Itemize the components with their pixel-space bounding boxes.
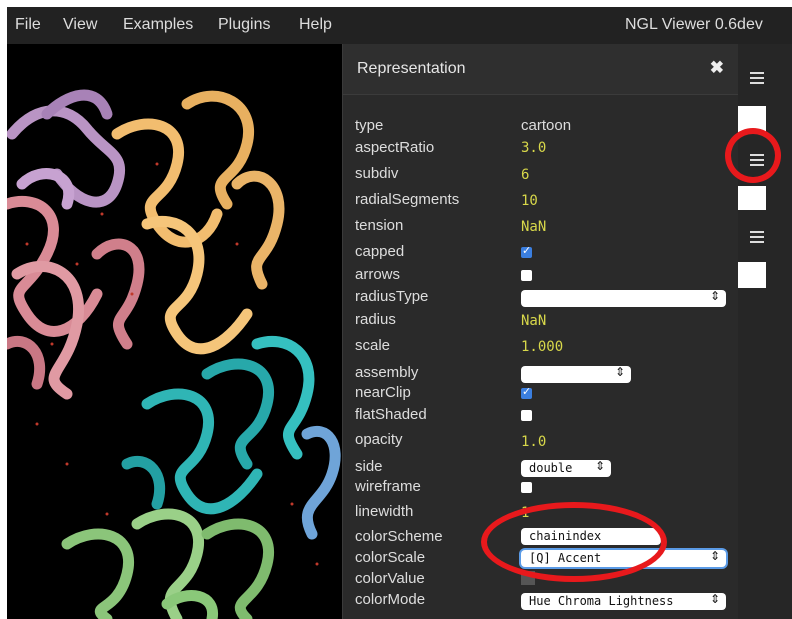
select-arrows-icon: ⇕: [709, 549, 720, 563]
prop-label-scale: scale: [355, 337, 391, 354]
prop-label-linewidth: linewidth: [355, 503, 414, 520]
prop-label-subdiv: subdiv: [355, 165, 399, 182]
tension-input[interactable]: NaN: [521, 219, 546, 235]
prop-label-colorscheme: colorScheme: [355, 528, 443, 545]
component-color-swatch[interactable]: [738, 262, 766, 288]
prop-label-colorvalue: colorValue: [355, 570, 425, 587]
close-icon[interactable]: ✖: [710, 58, 724, 78]
opacity-input[interactable]: 1.0: [521, 434, 546, 450]
component-sidebar: [738, 44, 792, 619]
prop-value-type: cartoon: [521, 117, 572, 134]
colorvalue-swatch[interactable]: [521, 571, 535, 585]
menu-icon[interactable]: [750, 72, 764, 87]
colorscale-select-value: [Q] Accent: [529, 551, 602, 565]
assembly-select[interactable]: ⇕: [521, 365, 631, 383]
prop-label-capped: capped: [355, 243, 405, 260]
prop-label-radialsegments: radialSegments: [355, 191, 460, 208]
select-arrows-icon: ⇕: [614, 365, 625, 379]
colormode-select-value: Hue Chroma Lightness: [529, 594, 674, 608]
molecule-viewport[interactable]: [7, 44, 342, 619]
side-select[interactable]: double ⇕: [521, 459, 611, 477]
colorscheme-field[interactable]: chainindex: [521, 528, 661, 545]
prop-label-tension: tension: [355, 217, 404, 234]
prop-label-wireframe: wireframe: [355, 478, 421, 495]
colorscale-select[interactable]: [Q] Accent ⇕: [521, 549, 726, 567]
menu-file[interactable]: File: [15, 16, 41, 34]
nearclip-checkbox[interactable]: [521, 385, 532, 399]
colorscheme-value: chainindex: [529, 529, 602, 543]
capped-checkbox[interactable]: [521, 244, 532, 258]
prop-label-nearclip: nearClip: [355, 384, 411, 401]
prop-label-assembly: assembly: [355, 364, 419, 381]
menu-icon[interactable]: [750, 231, 764, 246]
menu-help[interactable]: Help: [299, 16, 332, 34]
menu-bar: File View Examples Plugins Help NGL View…: [7, 7, 792, 44]
panel-title: Representation: [357, 60, 466, 77]
prop-label-arrows: arrows: [355, 266, 401, 283]
prop-label-flatshaded: flatShaded: [355, 406, 427, 423]
prop-label-radiustype: radiusType: [355, 288, 429, 305]
component-color-swatch[interactable]: [738, 186, 766, 210]
prop-label-aspectratio: aspectRatio: [355, 139, 435, 156]
flatshaded-checkbox[interactable]: [521, 410, 532, 421]
prop-label-opacity: opacity: [355, 431, 403, 448]
select-arrows-icon: ⇕: [709, 289, 720, 303]
prop-label-side: side: [355, 458, 383, 475]
scale-input[interactable]: 1.000: [521, 339, 563, 355]
aspectratio-input[interactable]: 3.0: [521, 140, 546, 156]
prop-label-colorscale: colorScale: [355, 549, 426, 566]
representation-panel: Representation ✖ type cartoon aspectRati…: [342, 44, 738, 619]
menu-icon[interactable]: [750, 154, 764, 169]
panel-header: Representation ✖: [343, 44, 738, 95]
radiustype-select[interactable]: ⇕: [521, 289, 726, 307]
menu-view[interactable]: View: [63, 16, 97, 34]
radialsegments-input[interactable]: 10: [521, 193, 538, 209]
prop-label-radius: radius: [355, 311, 396, 328]
menu-plugins[interactable]: Plugins: [218, 16, 270, 34]
select-arrows-icon: ⇕: [594, 459, 605, 473]
radius-input[interactable]: NaN: [521, 313, 546, 329]
prop-label-type: type: [355, 117, 384, 134]
component-color-swatch[interactable]: [738, 106, 766, 133]
select-arrows-icon: ⇕: [709, 592, 720, 606]
colormode-select[interactable]: Hue Chroma Lightness ⇕: [521, 592, 726, 610]
menu-examples[interactable]: Examples: [123, 16, 193, 34]
wireframe-checkbox[interactable]: [521, 482, 532, 493]
linewidth-input[interactable]: 1: [521, 505, 529, 521]
app-title: NGL Viewer 0.6dev: [625, 16, 763, 33]
ngl-app: File View Examples Plugins Help NGL View…: [7, 7, 792, 619]
protein-cartoon-render: [7, 44, 342, 619]
side-select-value: double: [529, 461, 573, 475]
subdiv-input[interactable]: 6: [521, 167, 529, 183]
arrows-checkbox[interactable]: [521, 270, 532, 281]
prop-label-colormode: colorMode: [355, 591, 426, 608]
